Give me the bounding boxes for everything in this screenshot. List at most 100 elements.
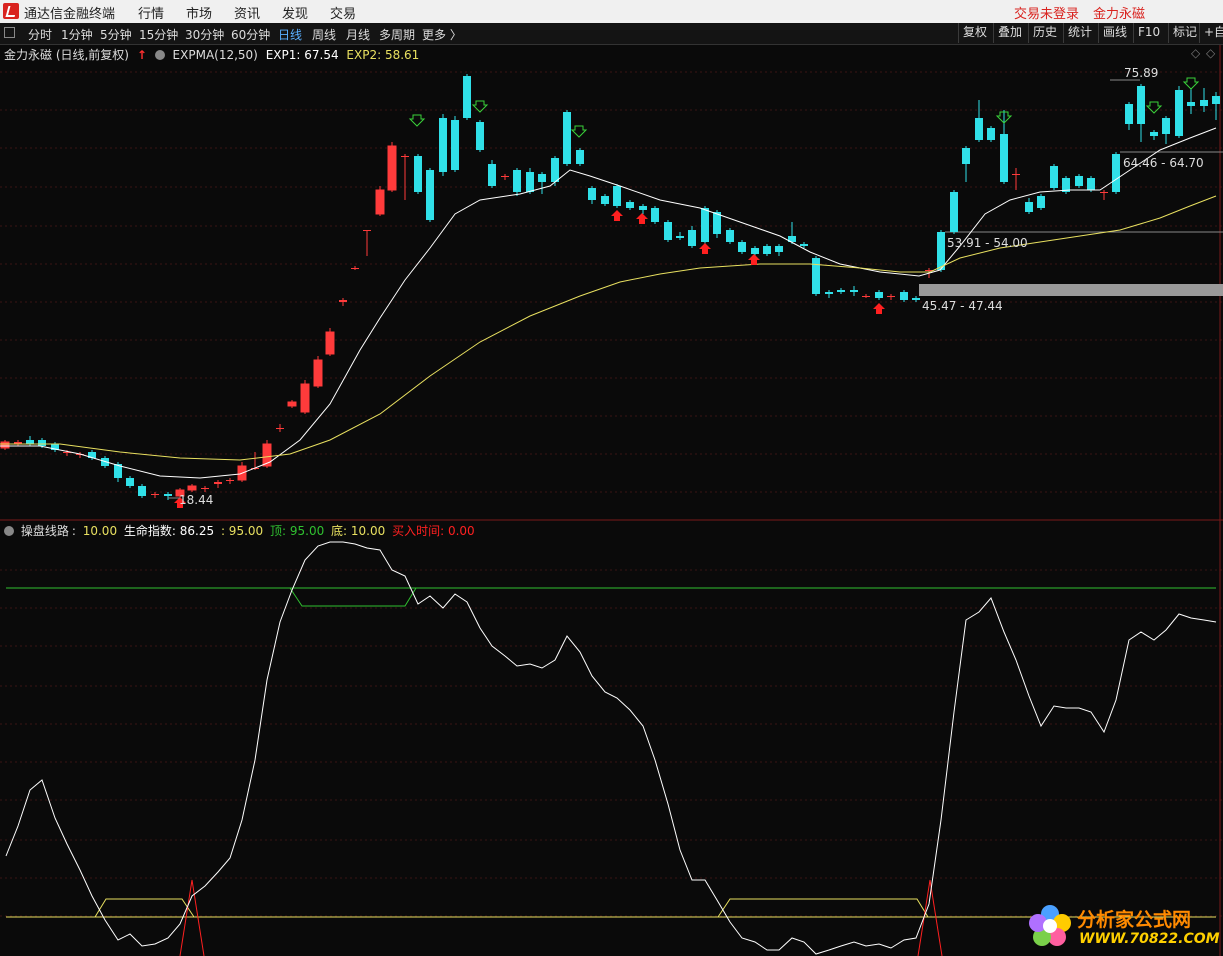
candle-body: [287, 401, 297, 407]
bottom-band-2: [717, 898, 929, 918]
candle-body: [726, 230, 734, 242]
line-value: 10.00: [82, 524, 118, 538]
menu-discover[interactable]: 发现: [282, 3, 308, 22]
restore-rights-button[interactable]: 复权: [958, 23, 991, 43]
candle-body: [563, 112, 571, 164]
indicator-menu-icon[interactable]: [154, 50, 165, 60]
statistics-button[interactable]: 统计: [1063, 23, 1096, 43]
candle-body: [201, 488, 209, 489]
candle-body: [401, 156, 409, 157]
life-index-label: 生命指数: 86.25: [123, 524, 215, 538]
login-status[interactable]: 交易未登录: [1014, 3, 1079, 22]
zone-bar-low: [919, 284, 1223, 296]
candle-body: [0, 441, 10, 449]
candle-body: [300, 383, 310, 413]
watermark: 分析家公式网 WWW.70822.COM: [1021, 899, 1223, 956]
period-5min[interactable]: 5分钟: [100, 26, 132, 43]
indicator-panel-name: 操盘线路: [20, 524, 69, 538]
period-more[interactable]: 更多 〉: [422, 26, 462, 43]
candle-body: [812, 258, 820, 294]
zone-top-label: 64.46 - 64.70: [1123, 156, 1204, 170]
candle-body: [313, 359, 323, 387]
candle-body: [738, 242, 746, 252]
candle-body: [800, 244, 808, 246]
zone-low-label: 45.47 - 47.44: [922, 299, 1003, 313]
indicator-name[interactable]: EXPMA(12,50): [173, 48, 258, 62]
chart-canvas[interactable]: [0, 0, 1223, 956]
menu-quotes[interactable]: 行情: [138, 3, 164, 22]
candle-body: [825, 292, 833, 294]
candle-body: [576, 150, 584, 164]
diamond-icon[interactable]: ◇: [1191, 46, 1200, 60]
candle-body: [1087, 178, 1095, 190]
candle-body: [387, 145, 397, 191]
buy-arrow-icon: [748, 254, 760, 265]
watermark-url: WWW.70822.COM: [1079, 931, 1220, 947]
candle-body: [613, 186, 621, 206]
candle-body: [501, 176, 509, 177]
candle-body: [551, 158, 559, 182]
period-daily[interactable]: 日线: [278, 26, 302, 43]
period-toolbar: 分时 1分钟 5分钟 15分钟 30分钟 60分钟 日线 周线 月线 多周期 更…: [0, 23, 1223, 45]
candle-body: [26, 440, 34, 444]
buy-arrow-icon: [636, 213, 648, 224]
zone-mid-label: 53.91 - 54.00: [947, 236, 1028, 250]
candle-body: [538, 174, 546, 182]
candle-body: [439, 118, 447, 172]
diamond-icon-2[interactable]: ◇: [1206, 46, 1215, 60]
menu-news[interactable]: 资讯: [234, 3, 260, 22]
candle-body: [962, 148, 970, 164]
candle-body: [1187, 102, 1195, 106]
draw-line-button[interactable]: 画线: [1098, 23, 1131, 43]
add-custom-button[interactable]: +自: [1199, 23, 1223, 43]
history-button[interactable]: 历史: [1028, 23, 1061, 43]
period-15min[interactable]: 15分钟: [139, 26, 178, 43]
menu-market[interactable]: 市场: [186, 3, 212, 22]
period-timeshare[interactable]: 分时: [28, 26, 52, 43]
menu-trade[interactable]: 交易: [330, 3, 356, 22]
candle-body: [1150, 132, 1158, 136]
stock-label: 金力永磁 (日线,前复权): [4, 48, 129, 62]
candle-body: [476, 122, 484, 150]
window-toggle-icon[interactable]: [4, 27, 15, 38]
candle-body: [1175, 90, 1183, 136]
sell-arrow-icon: [570, 125, 588, 138]
candle-body: [937, 232, 945, 270]
watermark-title: 分析家公式网: [1077, 909, 1192, 931]
buy-arrow-icon: [611, 210, 623, 221]
candle-body: [351, 268, 359, 269]
candle-body: [588, 188, 596, 200]
mark-button[interactable]: 标记: [1168, 23, 1201, 43]
candle-body: [688, 230, 696, 246]
candle-body: [775, 246, 783, 252]
candle-body: [1012, 174, 1020, 175]
candle-body: [164, 494, 172, 496]
period-multi[interactable]: 多周期: [379, 26, 415, 43]
period-monthly[interactable]: 月线: [346, 26, 370, 43]
high-price-label: 75.89: [1124, 66, 1159, 80]
candle-body: [375, 189, 385, 215]
candle-body: [1137, 86, 1145, 124]
candle-body: [1100, 192, 1108, 193]
period-weekly[interactable]: 周线: [312, 26, 336, 43]
overlay-button[interactable]: 叠加: [993, 23, 1026, 43]
life-index-ext: : 95.00: [220, 524, 264, 538]
buy-time-label: 买入时间: 0.00: [392, 524, 475, 538]
candle-body: [987, 128, 995, 140]
candle-body: [138, 486, 146, 496]
candle-body: [151, 494, 159, 495]
candle-body: [1037, 196, 1045, 208]
period-30min[interactable]: 30分钟: [185, 26, 224, 43]
candle-body: [676, 236, 684, 238]
top-band: [289, 587, 417, 607]
period-60min[interactable]: 60分钟: [231, 26, 270, 43]
f10-button[interactable]: F10: [1133, 23, 1164, 43]
indicator-panel-menu-icon[interactable]: [4, 526, 14, 536]
sell-arrow-icon: [1145, 101, 1163, 114]
app-title: 通达信金融终端: [24, 7, 116, 22]
candle-body: [651, 208, 659, 222]
sell-arrow-icon: [408, 114, 426, 127]
period-1min[interactable]: 1分钟: [61, 26, 93, 43]
exp1-line: [0, 127, 1217, 479]
candle-body: [1112, 154, 1120, 192]
